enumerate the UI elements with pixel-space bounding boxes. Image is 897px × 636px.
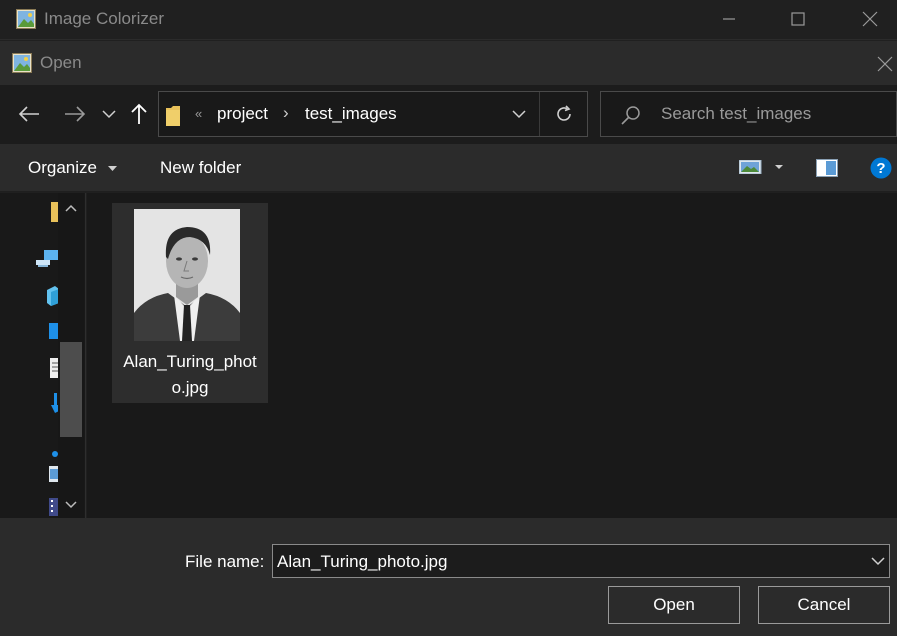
- breadcrumb-test-images[interactable]: test_images: [305, 104, 397, 124]
- up-button[interactable]: [126, 99, 152, 129]
- breadcrumb-project[interactable]: project: [217, 104, 268, 124]
- back-arrow-icon: [18, 106, 39, 122]
- scroll-up-button[interactable]: [63, 201, 79, 215]
- chevron-down-icon: [871, 557, 885, 566]
- file-name-combobox[interactable]: [272, 544, 890, 578]
- command-bar: Organize New folder ?: [0, 144, 897, 192]
- dialog-footer: File name: Open Cancel: [0, 518, 897, 636]
- search-input[interactable]: [661, 102, 891, 126]
- dialog-title: Open: [40, 53, 82, 72]
- file-name-line-2: o.jpg: [171, 378, 209, 397]
- refresh-button[interactable]: [539, 92, 587, 136]
- new-folder-button[interactable]: New folder: [160, 158, 241, 178]
- app-image-icon: [16, 9, 36, 29]
- recent-locations-button[interactable]: [98, 99, 120, 129]
- photo-thumbnail: [134, 209, 240, 341]
- maximize-button[interactable]: [775, 0, 821, 38]
- view-options-icon: [738, 159, 783, 175]
- svg-text:?: ?: [876, 160, 885, 177]
- breadcrumb-separator[interactable]: ›: [283, 103, 289, 123]
- file-item-alan-turing-photo[interactable]: Alan_Turing_phot o.jpg: [112, 203, 268, 403]
- recent-locations-chevron-icon: [102, 110, 116, 119]
- chevron-down-icon: [65, 501, 77, 509]
- search-icon: [621, 105, 641, 130]
- dialog-titlebar: Open: [0, 41, 897, 85]
- minimize-icon: [723, 18, 735, 20]
- maximize-icon: [791, 12, 805, 26]
- forward-button[interactable]: [60, 99, 90, 129]
- file-name-label: File name:: [185, 552, 265, 571]
- dialog-image-icon: [12, 53, 32, 73]
- cancel-button[interactable]: Cancel: [758, 586, 890, 624]
- address-bar[interactable]: « project › test_images: [158, 91, 588, 137]
- help-icon: ?: [870, 157, 892, 179]
- chevron-up-icon: [65, 204, 77, 212]
- navigation-pane[interactable]: [0, 193, 86, 518]
- app-close-button[interactable]: [847, 0, 893, 38]
- network-pc-icon[interactable]: [36, 248, 58, 273]
- up-arrow-icon: [131, 103, 147, 124]
- view-options-button[interactable]: [738, 159, 789, 179]
- address-dropdown-button[interactable]: [499, 92, 539, 136]
- preview-pane-button[interactable]: [816, 159, 838, 182]
- open-button[interactable]: Open: [608, 586, 740, 624]
- dropdown-triangle-icon: [107, 165, 117, 171]
- minimize-button[interactable]: [706, 0, 752, 38]
- file-name-input[interactable]: [277, 551, 857, 573]
- scroll-down-button[interactable]: [63, 498, 79, 512]
- chevron-down-icon: [512, 110, 526, 119]
- back-button[interactable]: [14, 99, 44, 129]
- file-name-label: Alan_Turing_phot o.jpg: [116, 349, 264, 401]
- forward-arrow-icon: [65, 106, 86, 122]
- refresh-icon: [556, 105, 571, 121]
- app-titlebar: Image Colorizer: [0, 0, 897, 40]
- scrollbar-thumb[interactable]: [60, 342, 82, 437]
- file-list-area[interactable]: Alan_Turing_phot o.jpg: [87, 193, 897, 518]
- folder-icon: [166, 106, 180, 131]
- organize-label: Organize: [28, 158, 97, 177]
- dialog-close-button[interactable]: [872, 51, 897, 76]
- navigation-bar: « project › test_images: [0, 85, 897, 144]
- help-button[interactable]: ?: [870, 157, 892, 184]
- preview-pane-icon: [816, 159, 838, 177]
- close-icon: [862, 11, 878, 27]
- app-title: Image Colorizer: [44, 9, 164, 28]
- file-name-dropdown-button[interactable]: [871, 553, 885, 571]
- close-icon: [877, 56, 892, 71]
- breadcrumb-overflow[interactable]: «: [195, 106, 202, 121]
- search-box[interactable]: [600, 91, 897, 137]
- navigation-pane-scrollbar[interactable]: [58, 193, 84, 518]
- file-name-line-1: Alan_Turing_phot: [123, 352, 257, 371]
- organize-button[interactable]: Organize: [28, 158, 117, 178]
